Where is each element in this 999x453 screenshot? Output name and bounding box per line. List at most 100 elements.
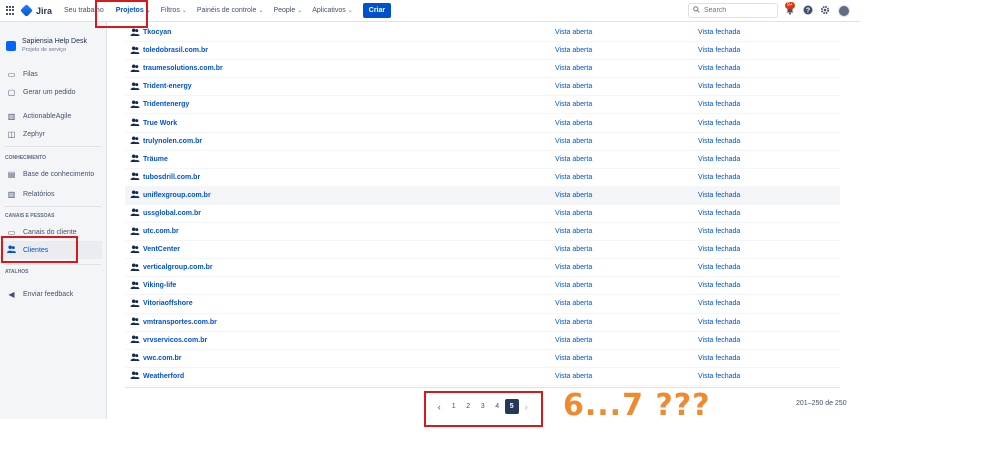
customer-name-link[interactable]: uniflexgroup.com.br xyxy=(125,190,555,200)
sidebar-item-label: Gerar um pedido xyxy=(23,88,76,96)
jira-logo[interactable]: Jira xyxy=(20,4,52,17)
customer-name-link[interactable]: True Work xyxy=(125,118,555,128)
sidebar-item-actionableagile[interactable]: ▥ ActionableAgile xyxy=(0,107,102,125)
open-view-link[interactable]: Vista aberta xyxy=(555,120,698,127)
user-avatar[interactable] xyxy=(838,5,850,17)
open-view-link[interactable]: Vista aberta xyxy=(555,246,698,253)
app-switcher-icon[interactable] xyxy=(6,5,16,16)
customer-name-link[interactable]: utc.com.br xyxy=(125,227,555,237)
help-icon[interactable]: ? xyxy=(802,5,814,17)
customer-name-link[interactable]: Trident-energy xyxy=(125,82,555,92)
open-view-link[interactable]: Vista aberta xyxy=(555,210,698,217)
closed-view-link[interactable]: Vista fechada xyxy=(698,65,740,72)
customer-org-icon xyxy=(130,154,140,164)
closed-view-link[interactable]: Vista fechada xyxy=(698,83,740,90)
customer-name-link[interactable]: trulynolen.com.br xyxy=(125,136,555,146)
open-view-link[interactable]: Vista aberta xyxy=(555,373,698,380)
open-view-link[interactable]: Vista aberta xyxy=(555,101,698,108)
next-page-button[interactable]: › xyxy=(519,399,534,414)
nav-people[interactable]: People ⌄ xyxy=(273,7,302,14)
search-box[interactable] xyxy=(688,3,778,18)
closed-view-link[interactable]: Vista fechada xyxy=(698,101,740,108)
nav-projects-label: Projetos xyxy=(115,7,144,14)
page-5-button-current[interactable]: 5 xyxy=(504,399,519,414)
customer-name-link[interactable]: Tridentenergy xyxy=(125,100,555,110)
open-view-link[interactable]: Vista aberta xyxy=(555,319,698,326)
zephyr-icon: ◫ xyxy=(7,129,16,139)
open-view-link[interactable]: Vista aberta xyxy=(555,29,698,36)
customer-org-icon xyxy=(130,263,140,273)
nav-dashboards[interactable]: Painéis de controle ⌄ xyxy=(197,7,264,14)
create-button[interactable]: Criar xyxy=(362,3,392,18)
customer-name-link[interactable]: traumesolutions.com.br xyxy=(125,64,555,74)
customer-name-link[interactable]: Weatherford xyxy=(125,371,555,381)
settings-gear-icon[interactable] xyxy=(819,5,831,17)
page-3-button[interactable]: 3 xyxy=(476,399,491,414)
page-4-button[interactable]: 4 xyxy=(490,399,505,414)
closed-view-link[interactable]: Vista fechada xyxy=(698,355,740,362)
closed-view-link[interactable]: Vista fechada xyxy=(698,29,740,36)
queue-icon: ▭ xyxy=(7,69,16,79)
customer-name: Träume xyxy=(143,155,168,163)
customer-name-link[interactable]: VentCenter xyxy=(125,245,555,255)
customer-name-link[interactable]: Träume xyxy=(125,154,555,164)
nav-projects[interactable]: Projetos ⌄ xyxy=(116,7,151,14)
closed-view-link[interactable]: Vista fechada xyxy=(698,373,740,380)
sidebar-item-zephyr[interactable]: ◫ Zephyr xyxy=(0,125,102,143)
nav-apps[interactable]: Aplicativos ⌄ xyxy=(312,7,353,14)
page-1-button[interactable]: 1 xyxy=(447,399,462,414)
open-view-link[interactable]: Vista aberta xyxy=(555,138,698,145)
customer-name-link[interactable]: Vitoriaoffshore xyxy=(125,299,555,309)
closed-view-link[interactable]: Vista fechada xyxy=(698,319,740,326)
prev-page-button[interactable]: ‹ xyxy=(432,399,447,414)
search-input[interactable] xyxy=(704,7,769,14)
closed-view-link[interactable]: Vista fechada xyxy=(698,282,740,289)
sidebar-item-customer-channels[interactable]: ▭ Canais do cliente xyxy=(0,223,102,241)
open-view-link[interactable]: Vista aberta xyxy=(555,174,698,181)
customer-name-link[interactable]: Viking-life xyxy=(125,281,555,291)
customer-name-link[interactable]: vmtransportes.com.br xyxy=(125,317,555,327)
customer-name-link[interactable]: toledobrasil.com.br xyxy=(125,46,555,56)
sidebar-item-reports[interactable]: ▥ Relatórios xyxy=(0,185,102,203)
open-view-link[interactable]: Vista aberta xyxy=(555,228,698,235)
closed-view-link[interactable]: Vista fechada xyxy=(698,300,740,307)
open-view-link[interactable]: Vista aberta xyxy=(555,47,698,54)
customer-name-link[interactable]: vrvservicos.com.br xyxy=(125,335,555,345)
closed-view-link[interactable]: Vista fechada xyxy=(698,192,740,199)
closed-view-link[interactable]: Vista fechada xyxy=(698,264,740,271)
customer-name-link[interactable]: Tkocyan xyxy=(125,27,555,38)
open-view-link[interactable]: Vista aberta xyxy=(555,282,698,289)
closed-view-link[interactable]: Vista fechada xyxy=(698,174,740,181)
customer-name-link[interactable]: tubosdrill.com.br xyxy=(125,172,555,182)
closed-view-link[interactable]: Vista fechada xyxy=(698,120,740,127)
open-view-link[interactable]: Vista aberta xyxy=(555,156,698,163)
sidebar-item-customers[interactable]: Clientes xyxy=(0,241,102,259)
sidebar-item-feedback[interactable]: ◀ Enviar feedback xyxy=(0,285,102,303)
customer-name-link[interactable]: verticalgroup.com.br xyxy=(125,263,555,273)
open-view-link[interactable]: Vista aberta xyxy=(555,264,698,271)
nav-your-work[interactable]: Seu trabalho xyxy=(64,7,104,14)
sidebar-item-knowledge-base[interactable]: ▤ Base de conhecimento xyxy=(0,165,102,183)
sidebar-item-raise-request[interactable]: ▢ Gerar um pedido xyxy=(0,83,102,101)
open-view-link[interactable]: Vista aberta xyxy=(555,192,698,199)
closed-view-link[interactable]: Vista fechada xyxy=(698,210,740,217)
page-2-button[interactable]: 2 xyxy=(461,399,476,414)
customer-name: Viking-life xyxy=(143,282,177,290)
open-view-link[interactable]: Vista aberta xyxy=(555,65,698,72)
customer-name-link[interactable]: vwc.com.br xyxy=(125,353,555,363)
closed-view-link[interactable]: Vista fechada xyxy=(698,228,740,235)
megaphone-icon: ◀ xyxy=(8,289,15,299)
nav-filters[interactable]: Filtros ⌄ xyxy=(161,7,187,14)
closed-view-link[interactable]: Vista fechada xyxy=(698,156,740,163)
closed-view-link[interactable]: Vista fechada xyxy=(698,337,740,344)
customer-name-link[interactable]: ussglobal.com.br xyxy=(125,208,555,218)
sidebar-item-queues[interactable]: ▭ Filas xyxy=(0,65,102,83)
closed-view-link[interactable]: Vista fechada xyxy=(698,47,740,54)
closed-view-link[interactable]: Vista fechada xyxy=(698,138,740,145)
open-view-link[interactable]: Vista aberta xyxy=(555,300,698,307)
open-view-link[interactable]: Vista aberta xyxy=(555,337,698,344)
project-header[interactable]: Sapiensia Help Desk Projeto de serviço xyxy=(0,22,106,53)
open-view-link[interactable]: Vista aberta xyxy=(555,355,698,362)
open-view-link[interactable]: Vista aberta xyxy=(555,83,698,90)
closed-view-link[interactable]: Vista fechada xyxy=(698,246,740,253)
